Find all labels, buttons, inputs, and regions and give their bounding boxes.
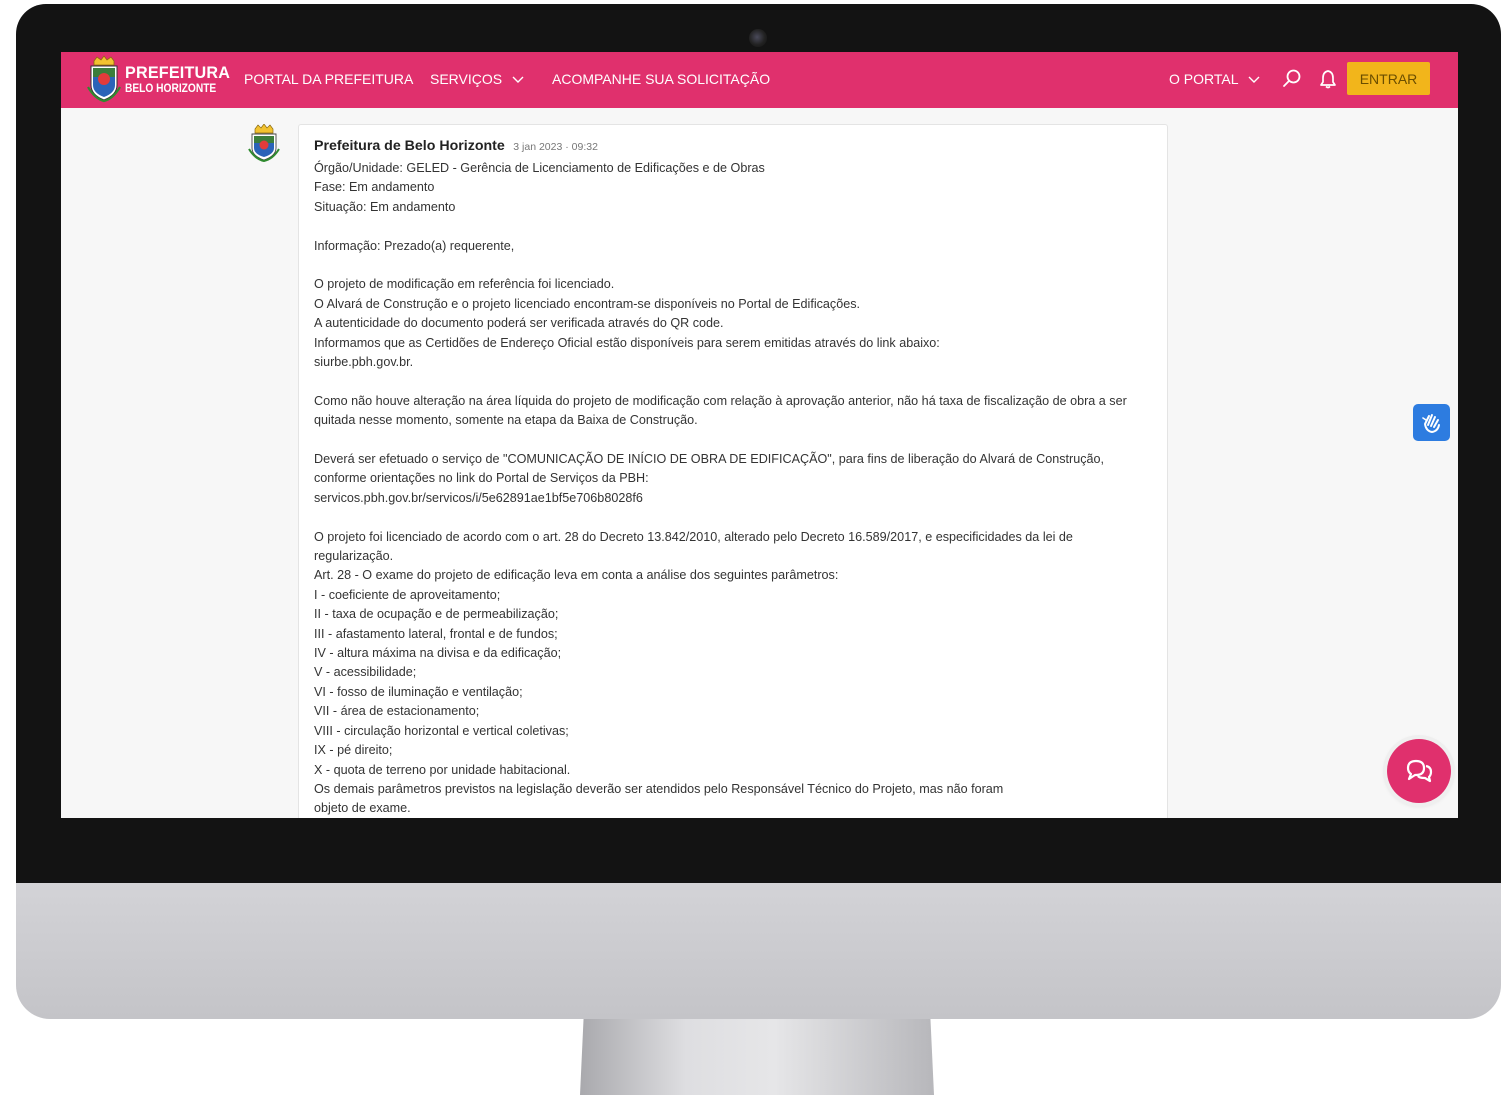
message-line: conforme orientações no link do Portal d… [314,471,649,486]
message-line: A autenticidade do documento poderá ser … [314,316,724,331]
nav-servicos[interactable]: SERVIÇOS [430,71,524,87]
message-line: Deverá ser efetuado o serviço de "COMUNI… [314,452,1105,467]
nav-acompanhe-solicitacao[interactable]: ACOMPANHE SUA SOLICITAÇÃO [552,71,770,87]
message-line: II - taxa de ocupação e de permeabilizaç… [314,607,559,622]
message-line: O Alvará de Construção e o projeto licen… [314,296,861,311]
monitor-chin [16,883,1501,1019]
message-line: Fase: Em andamento [314,180,435,195]
monitor-stand [580,1019,934,1095]
screen: PREFEITURA BELO HORIZONTE PORTAL DA PREF… [61,52,1458,818]
brand-logo[interactable]: PREFEITURA BELO HORIZONTE [87,55,236,103]
message-line: I - coeficiente de aproveitamento; [314,587,501,602]
message-line: regularização. [314,549,394,564]
message-line: IX - pé direito; [314,743,393,758]
chat-bubbles-icon [1406,759,1433,783]
message-line: VII - área de estacionamento; [314,704,480,719]
message-line: O projeto foi licenciado de acordo com o… [314,529,1073,544]
city-crest-icon [87,55,121,103]
message-line: V - acessibilidade; [314,665,417,680]
sign-language-button[interactable] [1413,404,1450,441]
author-avatar [248,124,280,162]
message-line: Os demais parâmetros previstos na legisl… [314,781,1004,796]
login-button[interactable]: ENTRAR [1347,62,1430,95]
message-line: quitada nesse momento, somente na etapa … [314,413,698,428]
message-line: Informação: Prezado(a) requerente, [314,238,515,253]
message-body: Prefeitura de Belo Horizonte 3 jan 2023 … [314,137,1159,818]
brand-title: PREFEITURA [125,63,231,82]
message-line: servicos.pbh.gov.br/servicos/i/5e62891ae… [314,490,643,505]
message-timestamp: 3 jan 2023 · 09:32 [513,141,598,153]
message-line: Situação: Em andamento [314,199,456,214]
sign-language-icon [1421,413,1440,433]
message-line [314,431,1159,450]
brand-subtitle: BELO HORIZONTE [125,81,217,95]
message-line: Art. 28 - O exame do projeto de edificaç… [314,568,839,583]
message-card: Prefeitura de Belo Horizonte 3 jan 2023 … [298,124,1168,818]
nav-servicos-label: SERVIÇOS [430,71,503,87]
message-line: IV - altura máxima na divisa e da edific… [314,646,562,661]
nav-o-portal-label: O PORTAL [1169,71,1238,87]
message-line [314,508,1159,527]
message-line: siurbe.pbh.gov.br. [314,355,414,370]
message-line: X - quota de terreno por unidade habitac… [314,762,571,777]
message-line: VIII - circulação horizontal e vertical … [314,723,569,738]
webcam [749,29,767,47]
message-line [314,372,1159,391]
chevron-down-icon [512,76,524,84]
search-icon[interactable] [1282,68,1302,88]
nav-o-portal[interactable]: O PORTAL [1169,71,1260,87]
message-line: VI - fosso de iluminação e ventilação; [314,684,523,699]
message-line: Órgão/Unidade: GELED - Gerência de Licen… [314,161,765,175]
chevron-down-icon [1248,76,1260,84]
message-line [314,256,1159,275]
message-lines: Órgão/Unidade: GELED - Gerência de Licen… [314,159,1159,818]
message-author: Prefeitura de Belo Horizonte [314,138,505,154]
message-line: Informamos que as Certidões de Endereço … [314,335,940,350]
bell-icon[interactable] [1319,69,1337,89]
message-line: O projeto de modificação em referência f… [314,277,615,292]
chat-button[interactable] [1387,739,1451,803]
message-line: Como não houve alteração na área líquida… [314,393,1127,408]
top-navbar: PREFEITURA BELO HORIZONTE PORTAL DA PREF… [61,52,1458,108]
message-line: objeto de exame. [314,801,411,816]
message-line [314,217,1159,236]
message-line: III - afastamento lateral, frontal e de … [314,626,558,641]
nav-portal-da-prefeitura[interactable]: PORTAL DA PREFEITURA [244,71,413,87]
